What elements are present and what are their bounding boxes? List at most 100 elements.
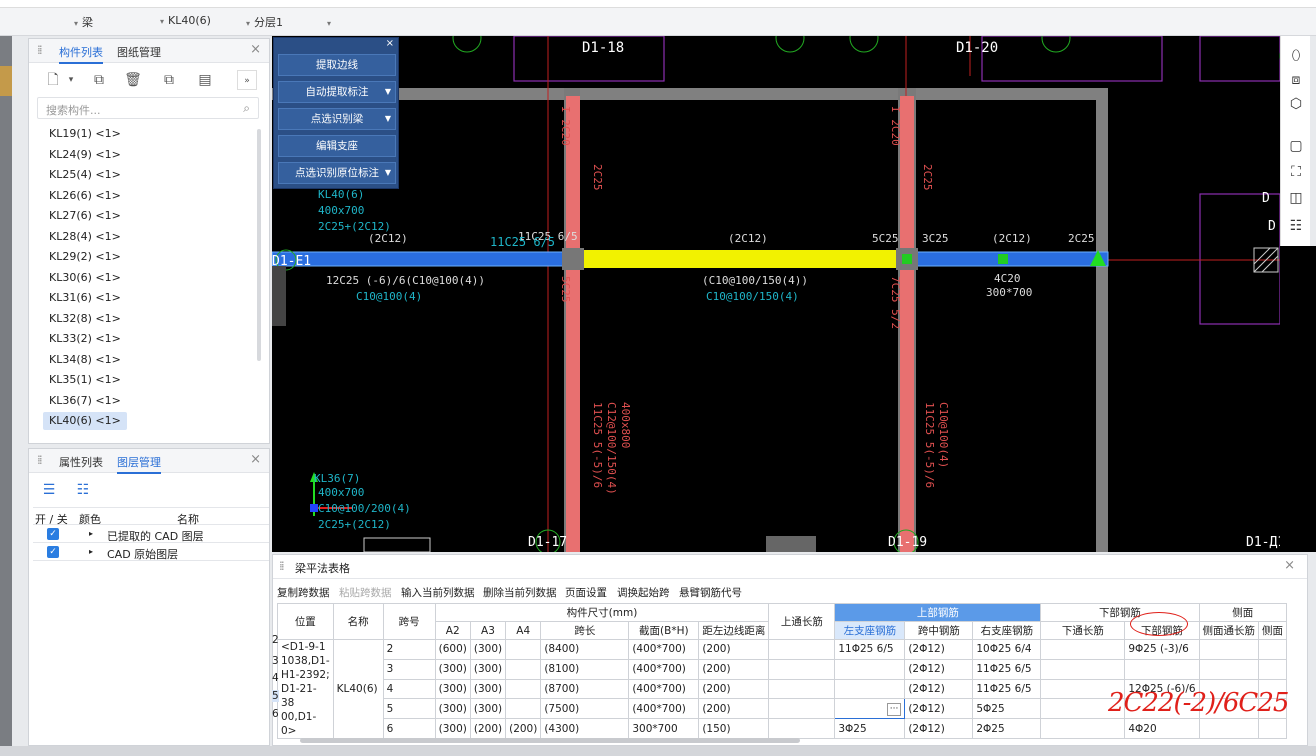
cube-icon[interactable]: ⬡ — [1286, 94, 1306, 114]
input-column-data-button[interactable]: 输入当前列数据 — [401, 585, 475, 600]
fit-screen-icon[interactable]: ⛶ — [1286, 162, 1306, 182]
section-cell[interactable]: (400*700) — [628, 658, 700, 680]
mid-cell[interactable]: (2Φ12) — [904, 678, 974, 700]
layer-copy-icon[interactable]: ⧉ — [159, 70, 179, 90]
side-through-cell[interactable] — [1198, 658, 1260, 680]
top-through-cell[interactable] — [768, 718, 836, 739]
distance-cell[interactable]: (150) — [698, 718, 770, 739]
side-cell[interactable] — [1258, 639, 1288, 660]
ellipse-view-icon[interactable]: ⬯ — [1286, 46, 1306, 66]
swap-start-span-button[interactable]: 调换起始跨 — [617, 585, 670, 600]
component-list-item[interactable]: KL19(1) <1> — [43, 125, 127, 143]
expand-arrow-icon[interactable]: ▸ — [89, 547, 93, 556]
section-cell[interactable]: (400*700) — [628, 678, 700, 700]
pick-identify-insitu-label-button[interactable]: 点选识别原位标注 ▼ — [278, 162, 396, 184]
cube-view-icon[interactable]: ▢ — [1286, 136, 1306, 156]
right-seat-cell[interactable]: 10Φ25 6/4 — [972, 639, 1042, 660]
drag-grip-icon[interactable]: ⁞⁞ — [37, 43, 42, 57]
drag-grip-icon[interactable]: ⁞⁞ — [37, 453, 42, 467]
span-cell[interactable]: 6 — [382, 718, 436, 739]
chevron-down-icon[interactable]: ▼ — [385, 109, 391, 129]
copy-span-data-button[interactable]: 复制跨数据 — [277, 585, 330, 600]
table-hscrollbar[interactable] — [300, 738, 800, 743]
chevron-down-icon[interactable]: ▼ — [385, 82, 391, 102]
left-seat-cell[interactable]: 11Φ25 6/5 — [834, 639, 906, 660]
tab-layer-manage[interactable]: 图层管理 — [117, 454, 161, 474]
properties-icon[interactable]: ☷ — [1286, 216, 1306, 236]
bottom-rebar-cell[interactable]: 9Φ25 (-3)/6 — [1124, 639, 1200, 660]
side-through-cell[interactable] — [1198, 639, 1260, 660]
component-list-item[interactable]: KL34(8) <1> — [43, 351, 127, 369]
span-cell[interactable]: 2 — [382, 639, 436, 660]
section-cell[interactable]: (400*700) — [628, 639, 700, 660]
cantilever-code-button[interactable]: 悬臂钢筋代号 — [679, 585, 742, 600]
component-list-item[interactable]: KL32(8) <1> — [43, 310, 127, 328]
span-length-cell[interactable]: (7500) — [540, 698, 630, 720]
span-cell[interactable]: 3 — [382, 658, 436, 680]
tab-component-list[interactable]: 构件列表 — [59, 44, 103, 64]
beam-span-selected[interactable] — [572, 250, 904, 268]
page-setup-button[interactable]: 页面设置 — [565, 585, 607, 600]
auto-extract-label-button[interactable]: 自动提取标注 ▼ — [278, 81, 396, 103]
name-cell[interactable]: KL40(6) — [332, 639, 384, 739]
a2-cell[interactable]: (300) — [434, 658, 471, 680]
row-number[interactable]: 6 — [272, 708, 279, 720]
a4-cell[interactable]: (200) — [505, 718, 542, 739]
a2-cell[interactable]: (300) — [434, 718, 471, 739]
top-through-cell[interactable] — [768, 658, 836, 680]
close-icon[interactable]: × — [386, 38, 394, 49]
a3-cell[interactable]: (300) — [469, 639, 507, 660]
distance-cell[interactable]: (200) — [698, 678, 770, 700]
top-through-cell[interactable] — [768, 639, 836, 660]
delete-icon[interactable]: 🗑 — [123, 70, 143, 90]
layer-select[interactable]: ▾ 分层1 ▾ — [246, 14, 335, 30]
left-seat-cell[interactable]: 3Φ25 — [834, 718, 906, 739]
a3-cell[interactable]: (200) — [469, 718, 507, 739]
bottom-through-cell[interactable] — [1040, 718, 1126, 739]
a4-cell[interactable] — [505, 698, 542, 720]
section-cell[interactable]: 300*700 — [628, 718, 700, 739]
position-cell[interactable]: <D1-9-1 1038,D1- H1-2392; D1-21-38 00,D1… — [277, 639, 334, 739]
search-input[interactable]: 搜索构件... ⌕ — [37, 97, 259, 119]
span-length-cell[interactable]: (4300) — [540, 718, 630, 739]
delete-column-data-button[interactable]: 删除当前列数据 — [483, 585, 557, 600]
list-scrollbar[interactable] — [257, 129, 261, 361]
tab-drawing-manage[interactable]: 图纸管理 — [117, 44, 161, 60]
component-list-item[interactable]: KL25(4) <1> — [43, 166, 127, 184]
3d-box-icon[interactable]: ⧈ — [1286, 70, 1306, 90]
component-list-item[interactable]: KL29(2) <1> — [43, 248, 127, 266]
bottom-rebar-cell[interactable] — [1124, 658, 1200, 680]
component-list-item[interactable]: KL35(1) <1> — [43, 371, 127, 389]
component-list-item[interactable]: KL24(9) <1> — [43, 146, 127, 164]
bottom-through-cell[interactable] — [1040, 658, 1126, 680]
support-marker[interactable] — [998, 254, 1008, 264]
distance-cell[interactable]: (200) — [698, 658, 770, 680]
table-row[interactable]: 6 (300) (200) (200) (4300) 300*700 (150) 3Φ25 (2… — [278, 718, 1288, 739]
copy-icon[interactable]: ⧉ — [89, 70, 109, 90]
component-select[interactable]: ▾ KL40(6) — [160, 14, 211, 27]
cell-edit-button[interactable]: ··· — [886, 703, 902, 717]
a3-cell[interactable]: (300) — [469, 658, 507, 680]
section-cell[interactable]: (400*700) — [628, 698, 700, 720]
span-cell[interactable]: 4 — [382, 678, 436, 700]
support-marker[interactable] — [902, 254, 912, 264]
top-through-cell[interactable] — [768, 698, 836, 720]
left-seat-cell[interactable] — [834, 678, 906, 700]
a4-cell[interactable] — [505, 658, 542, 680]
mid-cell[interactable]: (2Φ12) — [904, 639, 974, 660]
a4-cell[interactable] — [505, 639, 542, 660]
close-icon[interactable]: × — [1284, 558, 1295, 573]
span-length-cell[interactable]: (8400) — [540, 639, 630, 660]
mid-cell[interactable]: (2Φ12) — [904, 698, 974, 720]
distance-cell[interactable]: (200) — [698, 639, 770, 660]
a3-cell[interactable]: (300) — [469, 678, 507, 700]
layer-checkbox[interactable]: ✓ — [47, 546, 59, 558]
dock-tab[interactable] — [0, 66, 12, 96]
expand-arrow-icon[interactable]: ▸ — [89, 529, 93, 538]
component-list-item[interactable]: KL27(6) <1> — [43, 207, 127, 225]
show-all-layers-icon[interactable]: ☰ — [39, 480, 59, 500]
row-number[interactable]: 2 — [272, 634, 279, 646]
expand-icon[interactable]: » — [237, 70, 257, 90]
bottom-through-cell[interactable] — [1040, 639, 1126, 660]
layer-row[interactable]: ✓ ▸ 已提取的 CAD 图层 — [33, 525, 269, 543]
